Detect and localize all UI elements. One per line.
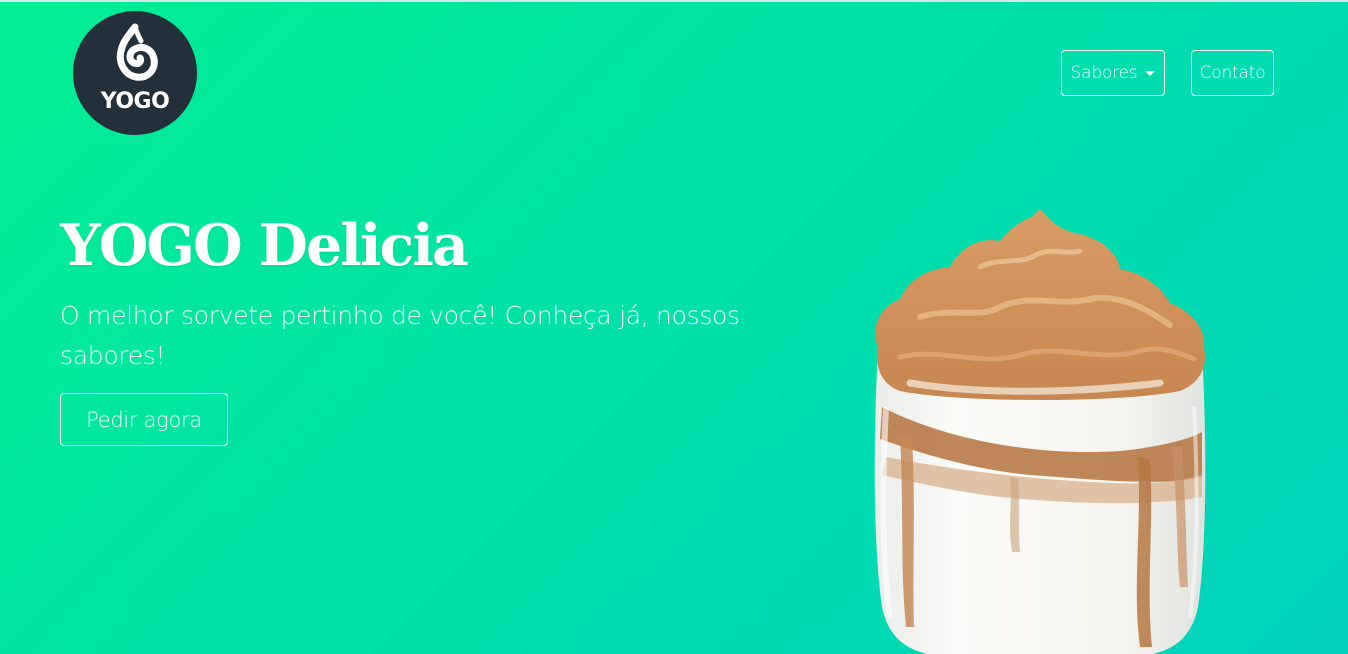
caret-down-icon: [1145, 70, 1156, 76]
page: YOGO Sabores Contato YOGO Delicia O melh…: [0, 0, 1348, 654]
hero-title: YOGO Delicia: [60, 212, 469, 279]
swirl-icon: [116, 23, 158, 81]
order-now-label: Pedir agora: [86, 407, 202, 432]
logo-wordmark: YOGO: [100, 89, 170, 114]
hero-subtitle: O melhor sorvete pertinho de você! Conhe…: [60, 301, 740, 370]
order-now-button[interactable]: Pedir agora: [60, 393, 228, 446]
nav-contato-label: Contato: [1199, 63, 1266, 83]
nav-sabores-dropdown[interactable]: Sabores: [1061, 50, 1165, 96]
product-image: [874, 210, 1206, 654]
brand-logo[interactable]: YOGO: [73, 11, 197, 135]
nav-contato-button[interactable]: Contato: [1191, 50, 1274, 96]
nav-sabores-label: Sabores: [1070, 63, 1138, 83]
